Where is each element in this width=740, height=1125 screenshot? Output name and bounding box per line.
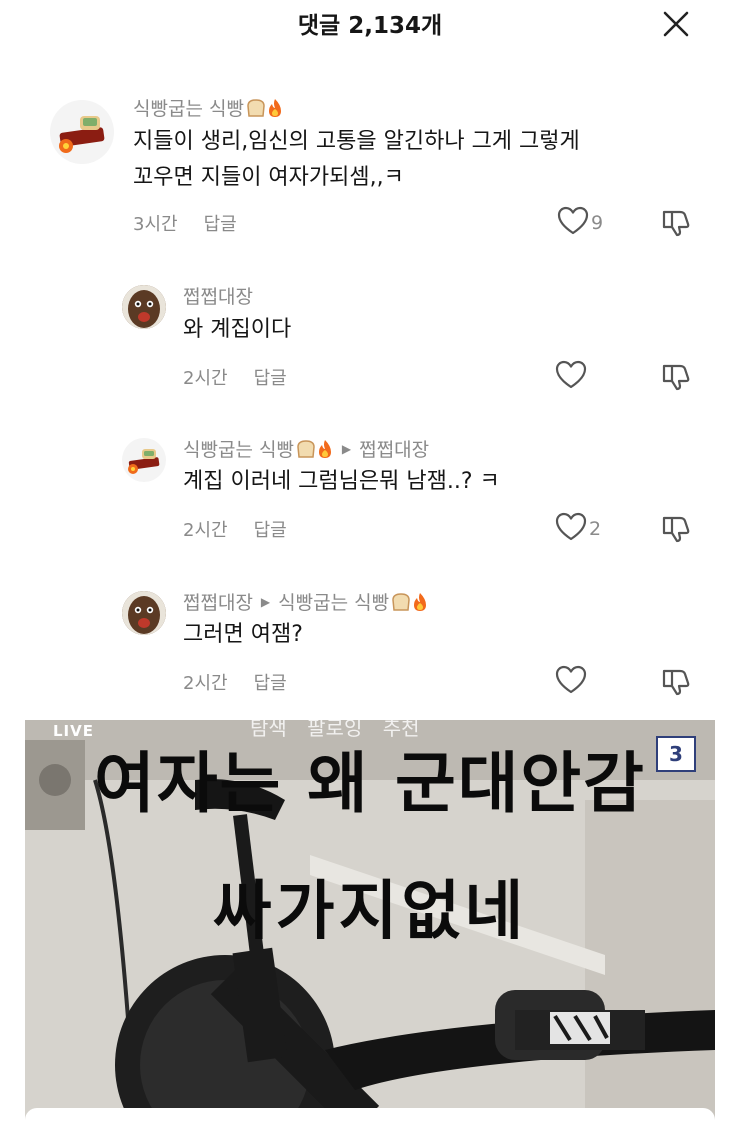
- fire-icon: [266, 98, 284, 118]
- reply-button[interactable]: 답글: [204, 214, 237, 235]
- page-number-badge: 3: [656, 736, 696, 772]
- comment-text-line2: 꼬우면 지들이 여자가되셈,,ㅋ: [133, 165, 404, 190]
- comments-header: 댓글 2,134개: [0, 0, 740, 48]
- heart-icon: [555, 512, 587, 546]
- reply-button[interactable]: 답글: [254, 673, 287, 694]
- reply-to-author[interactable]: 쩝쩝대장: [359, 435, 429, 462]
- avatar[interactable]: [122, 285, 166, 329]
- comment-time: 2시간: [183, 520, 228, 541]
- comments-count-title: 댓글 2,134개: [297, 13, 443, 39]
- comment-time: 3시간: [133, 214, 178, 235]
- fire-icon: [316, 439, 334, 459]
- dislike-icon[interactable]: [660, 665, 692, 701]
- like-button[interactable]: 2: [555, 512, 601, 546]
- like-count: 9: [591, 212, 604, 234]
- avatar[interactable]: [122, 591, 166, 635]
- bread-icon: [391, 592, 411, 611]
- reply-arrow-icon: ▶: [260, 594, 271, 609]
- reply-button[interactable]: 답글: [254, 520, 287, 541]
- comment-text: 와 계집이다: [183, 317, 292, 342]
- video-caption-line1: 여자는 왜 군대안감: [94, 745, 646, 822]
- reply-comment-item: 쩝쩝대장 ▶ 식빵굽는 식빵 그러면 여잼? 2시간 답글: [0, 585, 740, 705]
- reply-comment-item: 식빵굽는 식빵 ▶ 쩝쩝대장 계집 이러네 그럼님은뭐 남잼..? ㅋ 2시간 답…: [0, 432, 740, 552]
- reply-arrow-icon: ▶: [341, 441, 352, 456]
- comment-author[interactable]: 쩝쩝대장: [183, 282, 253, 309]
- heart-icon: [555, 665, 587, 699]
- comment-text: 계집 이러네 그럼님은뭐 남잼..? ㅋ: [183, 469, 500, 494]
- reply-button[interactable]: 답글: [254, 368, 287, 389]
- comment-item: 식빵굽는 식빵 지들이 생리,임신의 고통을 알긴하나 그게 그렇게 꼬우면 지…: [0, 90, 740, 250]
- dislike-icon[interactable]: [660, 206, 692, 242]
- comment-time: 2시간: [183, 673, 228, 694]
- video-screenshot[interactable]: LIVE 탐색 팔로잉 추천 여자는 왜 군대안감 싸가지없네 3: [25, 720, 715, 1125]
- close-icon[interactable]: [660, 8, 692, 40]
- bread-icon: [246, 98, 266, 117]
- dislike-icon[interactable]: [660, 512, 692, 548]
- avatar[interactable]: [122, 438, 166, 482]
- avatar[interactable]: [50, 100, 114, 164]
- reply-comment-item: 쩝쩝대장 와 계집이다 2시간 답글: [0, 278, 740, 398]
- comment-author[interactable]: 쩝쩝대장: [183, 588, 253, 615]
- like-button[interactable]: [555, 665, 589, 699]
- comment-text: 지들이 생리,임신의 고통을 알긴하나 그게 그렇게: [133, 129, 580, 154]
- heart-icon: [557, 206, 589, 240]
- like-count: 2: [589, 518, 602, 540]
- reply-to-author[interactable]: 식빵굽는 식빵: [278, 588, 389, 615]
- fire-icon: [411, 592, 429, 612]
- like-button[interactable]: [555, 360, 589, 394]
- comment-time: 2시간: [183, 368, 228, 389]
- dislike-icon[interactable]: [660, 360, 692, 396]
- bottom-sheet-edge: [25, 1108, 715, 1125]
- comment-text: 그러면 여잼?: [183, 622, 303, 647]
- comment-author[interactable]: 식빵굽는 식빵: [183, 435, 294, 462]
- heart-icon: [555, 360, 587, 394]
- bread-icon: [296, 439, 316, 458]
- video-caption-line2: 싸가지없네: [212, 875, 528, 949]
- like-button[interactable]: 9: [557, 206, 603, 240]
- comment-author[interactable]: 식빵굽는 식빵: [133, 94, 244, 121]
